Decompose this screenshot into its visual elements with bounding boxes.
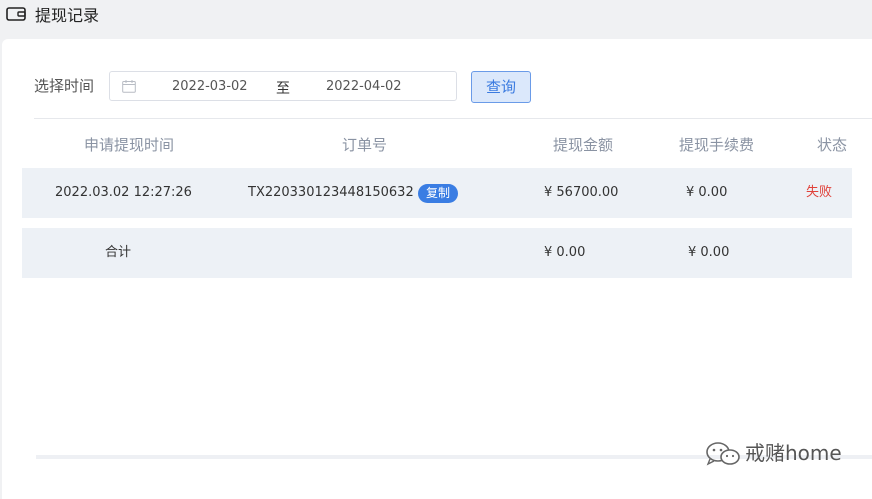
total-amount: ¥ 0.00	[544, 245, 586, 260]
date-filter-label: 选择时间	[34, 77, 95, 95]
watermark-text: 戒赌home	[745, 441, 842, 465]
start-date-input[interactable]: 2022-03-02	[172, 79, 248, 94]
watermark: 戒赌home	[705, 438, 855, 468]
total-fee: ¥ 0.00	[688, 245, 730, 260]
filter-divider	[34, 118, 872, 119]
date-range-separator: 至	[276, 81, 290, 97]
end-date-input[interactable]: 2022-04-02	[326, 79, 402, 94]
column-header-order-no: 订单号	[342, 136, 388, 154]
wallet-icon	[6, 7, 26, 21]
date-range-picker[interactable]: 2022-03-02 至 2022-04-02	[109, 71, 457, 101]
page-title: 提现记录	[35, 6, 100, 25]
total-label: 合计	[105, 245, 132, 260]
row-fee: ¥ 0.00	[686, 185, 728, 200]
column-header-amount: 提现金额	[553, 136, 614, 154]
column-header-time: 申请提现时间	[84, 136, 175, 154]
wechat-icon	[706, 442, 740, 466]
top-bar: 提现记录	[0, 0, 872, 38]
row-time: 2022.03.02 12:27:26	[55, 185, 192, 200]
column-header-fee: 提现手续费	[679, 136, 755, 154]
query-button[interactable]: 查询	[471, 71, 531, 103]
copy-button[interactable]: 复制	[418, 184, 458, 203]
column-header-status: 状态	[817, 136, 848, 154]
calendar-icon	[122, 80, 136, 93]
row-status: 失败	[806, 185, 833, 200]
row-amount: ¥ 56700.00	[544, 185, 619, 200]
row-order-no: TX220330123448150632	[248, 185, 414, 200]
